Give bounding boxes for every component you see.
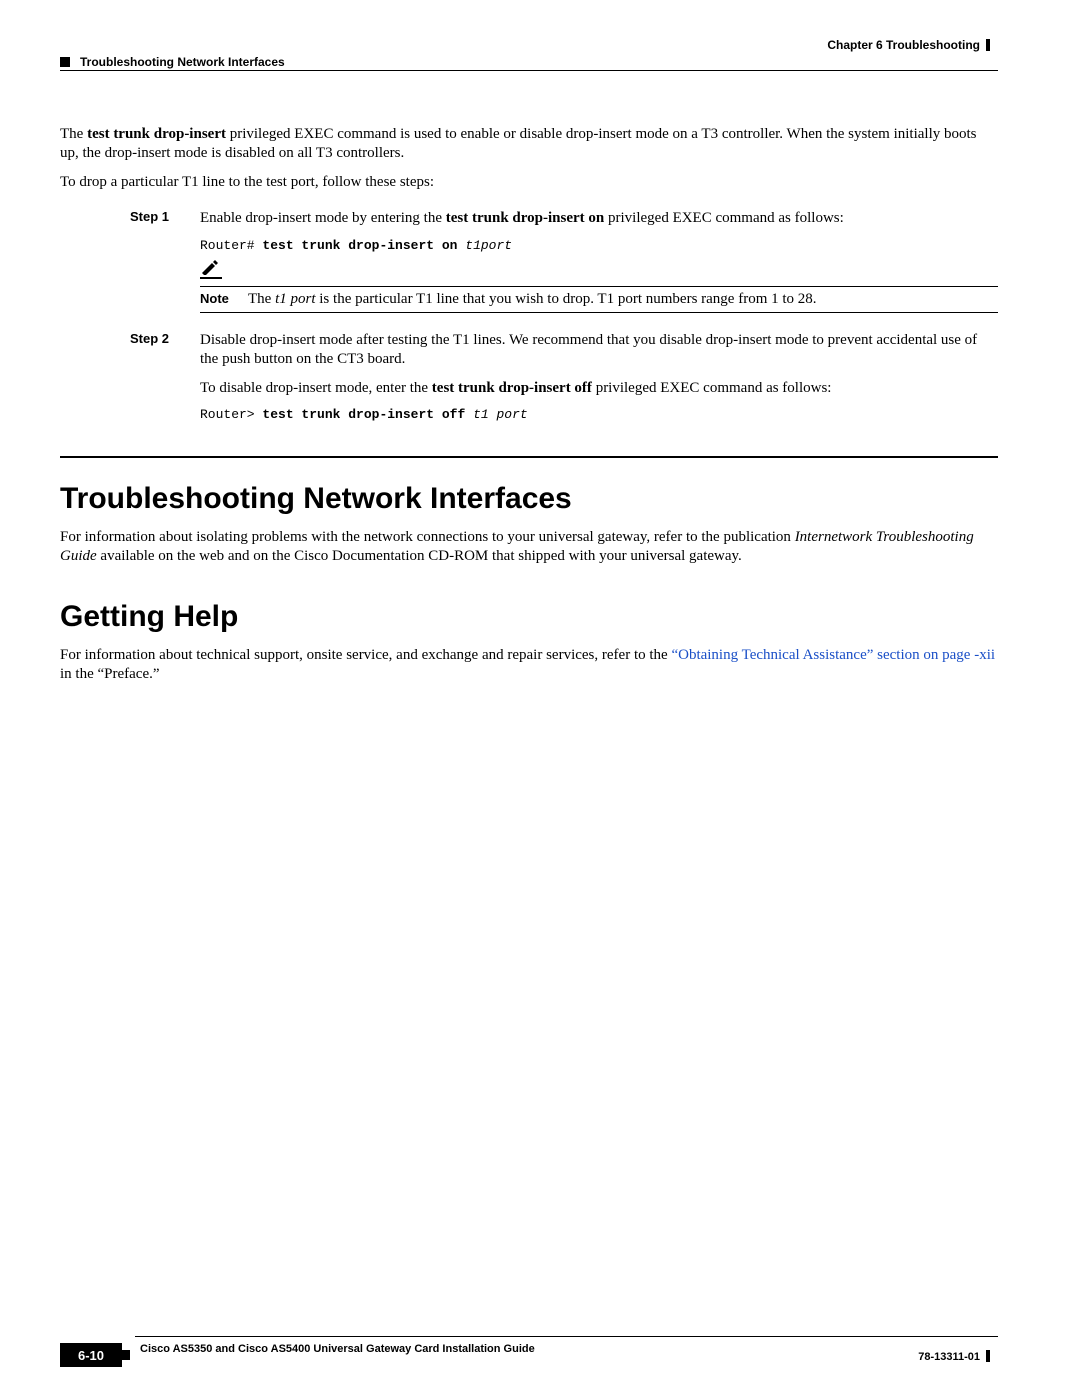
step-1-label: Step 1 [60, 209, 200, 313]
intro-para-1: The test trunk drop-insert privileged EX… [60, 125, 998, 163]
note-row: Note The t1 port is the particular T1 li… [200, 286, 998, 313]
header-right: Chapter 6 Troubleshooting [827, 38, 990, 52]
step-2-cli: Router> test trunk drop-insert off t1 po… [200, 407, 998, 422]
sec1-para: For information about isolating problems… [60, 528, 998, 566]
section-rule [60, 456, 998, 458]
note-text: The t1 port is the particular T1 line th… [248, 291, 998, 308]
chapter-label: Chapter 6 Troubleshooting [827, 38, 980, 52]
step-2-p2: To disable drop-insert mode, enter the t… [200, 379, 998, 398]
footer-page-number: 6-10 [60, 1343, 122, 1367]
page: Chapter 6 Troubleshooting Troubleshootin… [0, 0, 1080, 1397]
header-left: Troubleshooting Network Interfaces [60, 55, 285, 69]
footer-doc-number: 78-13311-01 [918, 1350, 990, 1363]
header-bar-icon [986, 39, 990, 51]
pencil-icon [200, 259, 222, 279]
xref-link[interactable]: “Obtaining Technical Assistance” section… [671, 647, 995, 663]
step-1-text: Enable drop-insert mode by entering the … [200, 209, 998, 228]
section-label: Troubleshooting Network Interfaces [80, 55, 285, 69]
content: The test trunk drop-insert privileged EX… [60, 125, 998, 693]
note-block: Note The t1 port is the particular T1 li… [200, 259, 998, 313]
footer-book-title: Cisco AS5350 and Cisco AS5400 Universal … [140, 1343, 535, 1355]
footer-rule [135, 1336, 998, 1337]
step-1-body: Enable drop-insert mode by entering the … [200, 209, 998, 313]
sec2-para: For information about technical support,… [60, 646, 998, 684]
step-2-p1: Disable drop-insert mode after testing t… [200, 331, 998, 369]
header-rule [60, 70, 998, 71]
step-2-label: Step 2 [60, 331, 200, 428]
footer-bar-icon [986, 1350, 990, 1362]
step-1: Step 1 Enable drop-insert mode by enteri… [60, 209, 998, 313]
header-square-icon [60, 57, 70, 67]
heading-getting-help: Getting Help [60, 600, 998, 634]
step-1-cli: Router# test trunk drop-insert on t1port [200, 238, 998, 253]
step-2-body: Disable drop-insert mode after testing t… [200, 331, 998, 428]
intro-para-2: To drop a particular T1 line to the test… [60, 173, 998, 192]
heading-troubleshooting: Troubleshooting Network Interfaces [60, 482, 998, 516]
note-label: Note [200, 291, 248, 308]
step-2: Step 2 Disable drop-insert mode after te… [60, 331, 998, 428]
